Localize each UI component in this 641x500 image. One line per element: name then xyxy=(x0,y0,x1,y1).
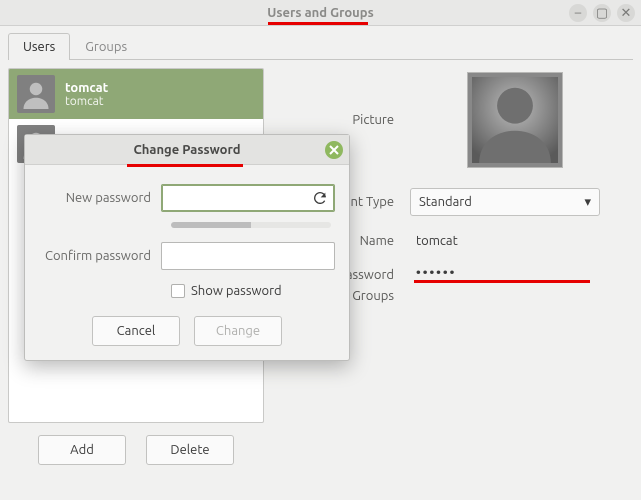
generate-password-icon[interactable] xyxy=(312,190,328,206)
name-value[interactable]: tomcat xyxy=(410,234,633,248)
password-strength-bar xyxy=(171,222,331,228)
account-type-combo[interactable]: Standard ▾ xyxy=(410,188,600,216)
tabbar: Users Groups xyxy=(8,30,633,60)
picture-label: Picture xyxy=(284,113,394,127)
user-list-actions: Add Delete xyxy=(8,435,264,465)
username: tomcat xyxy=(65,95,108,108)
new-password-input-wrap xyxy=(161,184,335,212)
new-password-label: New password xyxy=(39,191,161,205)
show-password-checkbox[interactable] xyxy=(171,284,185,298)
change-password-dialog: Change Password New password Confirm pas… xyxy=(24,134,350,361)
avatar-icon xyxy=(17,75,55,113)
dialog-title: Change Password xyxy=(133,143,240,157)
close-icon xyxy=(329,145,339,155)
avatar-picture[interactable] xyxy=(467,72,563,168)
user-names: tomcat tomcat xyxy=(65,81,108,108)
chevron-down-icon: ▾ xyxy=(584,195,591,210)
tab-users[interactable]: Users xyxy=(8,33,70,60)
annotation-under-dialog-title xyxy=(127,164,243,167)
password-masked: •••••• xyxy=(410,266,456,280)
confirm-password-row: Confirm password xyxy=(39,242,335,270)
annotation-under-password xyxy=(414,280,590,283)
maximize-button[interactable]: ▢ xyxy=(593,4,611,22)
window-controls: – ▢ ✕ xyxy=(569,4,635,22)
new-password-input[interactable] xyxy=(162,185,334,211)
password-value-area[interactable]: •••••• xyxy=(410,266,633,283)
dialog-body: New password Confirm password Show passw… xyxy=(25,168,349,360)
add-user-button[interactable]: Add xyxy=(38,435,126,465)
confirm-password-label: Confirm password xyxy=(39,249,161,263)
tab-groups[interactable]: Groups xyxy=(70,33,142,60)
confirm-password-input-wrap xyxy=(161,242,335,270)
dialog-close-button[interactable] xyxy=(325,141,343,159)
annotation-under-title xyxy=(268,22,368,25)
account-type-value: Standard xyxy=(419,195,472,209)
list-item[interactable]: tomcat tomcat xyxy=(9,69,263,119)
display-name: tomcat xyxy=(65,81,108,95)
dialog-titlebar: Change Password xyxy=(25,135,349,165)
cancel-button[interactable]: Cancel xyxy=(92,316,180,346)
dialog-actions: Cancel Change xyxy=(39,316,335,346)
delete-user-button[interactable]: Delete xyxy=(146,435,234,465)
show-password-row[interactable]: Show password xyxy=(171,284,335,298)
window-title: Users and Groups xyxy=(267,6,373,20)
show-password-label: Show password xyxy=(191,284,282,298)
change-button[interactable]: Change xyxy=(194,316,282,346)
refresh-icon xyxy=(312,190,328,206)
new-password-row: New password xyxy=(39,184,335,212)
confirm-password-input[interactable] xyxy=(162,243,334,269)
minimize-button[interactable]: – xyxy=(569,4,587,22)
close-button[interactable]: ✕ xyxy=(617,4,635,22)
